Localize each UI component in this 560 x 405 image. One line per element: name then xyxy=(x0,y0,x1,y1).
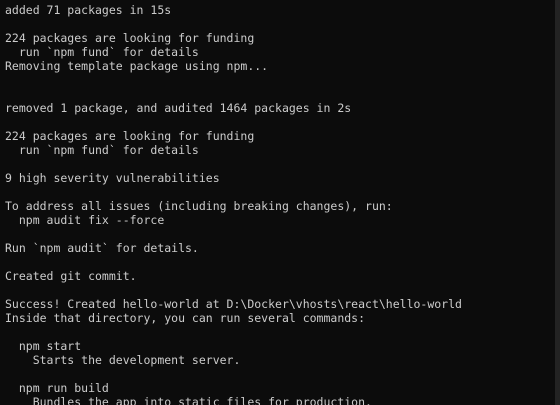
terminal-output: added 71 packages in 15s 224 packages ar… xyxy=(5,3,560,405)
terminal-line: npm audit fix --force xyxy=(5,213,165,227)
terminal-line: run `npm fund` for details xyxy=(5,45,199,59)
terminal-line: 224 packages are looking for funding xyxy=(5,31,255,45)
terminal-line: Run `npm audit` for details. xyxy=(5,241,199,255)
terminal-line: 224 packages are looking for funding xyxy=(5,129,255,143)
terminal-line: To address all issues (including breakin… xyxy=(5,199,393,213)
terminal-line: Success! Created hello-world at D:\Docke… xyxy=(5,297,462,311)
terminal-line: npm run build xyxy=(5,381,109,395)
terminal-line: Created git commit. xyxy=(5,269,137,283)
terminal-line: 9 high severity vulnerabilities xyxy=(5,171,220,185)
terminal-line: npm start xyxy=(5,339,82,353)
terminal-line: removed 1 package, and audited 1464 pack… xyxy=(5,101,352,115)
terminal-line: Removing template package using npm... xyxy=(5,59,269,73)
terminal-line: Inside that directory, you can run sever… xyxy=(5,311,366,325)
terminal-line: added 71 packages in 15s xyxy=(5,3,172,17)
terminal-line: Starts the development server. xyxy=(5,353,241,367)
terminal-line: run `npm fund` for details xyxy=(5,143,199,157)
terminal-window[interactable]: added 71 packages in 15s 224 packages ar… xyxy=(0,0,560,405)
terminal-line: Bundles the app into static files for pr… xyxy=(5,395,372,405)
scrollbar-track[interactable] xyxy=(555,0,560,405)
